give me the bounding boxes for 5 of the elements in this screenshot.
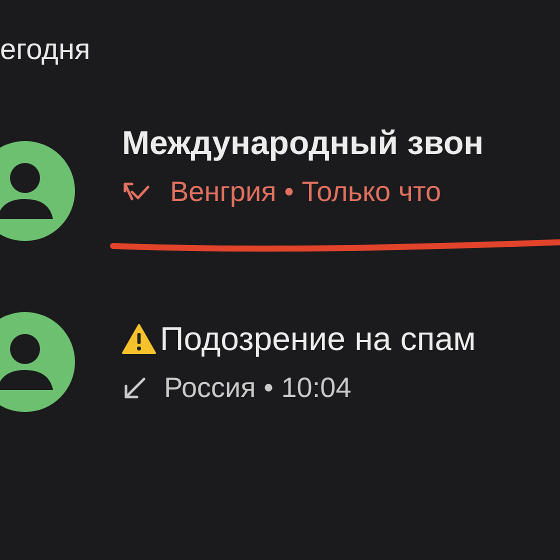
section-title: егодня xyxy=(0,33,92,68)
call-details: Венгрия • Только что xyxy=(170,176,442,208)
caller-name: Международный звон xyxy=(122,124,485,162)
call-details: Россия • 10:04 xyxy=(164,372,352,404)
caller-name: Подозрение на спам xyxy=(122,320,476,358)
